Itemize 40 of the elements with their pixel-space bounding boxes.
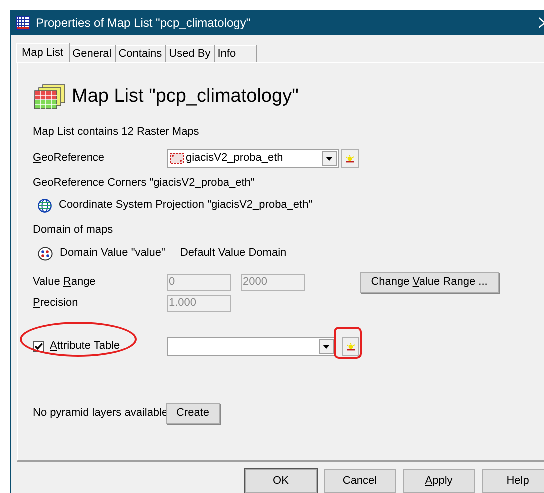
dialog-button[interactable]: Cancel [324, 469, 396, 493]
map-list-icon [33, 84, 67, 110]
close-icon[interactable] [539, 16, 544, 28]
attribute-table-checkbox[interactable] [33, 341, 44, 352]
coordinate-system-text: Coordinate System Projection "giacisV2_proba_eth" [59, 198, 313, 214]
tab[interactable]: Info [214, 45, 258, 62]
app-icon [16, 16, 30, 30]
annotation-rectangle [334, 327, 362, 359]
value-range-label: Value Range [33, 275, 97, 290]
dialog-button[interactable]: Help [482, 469, 544, 493]
heading: Map List "pcp_climatology" [72, 85, 299, 109]
globe-icon [38, 198, 52, 212]
create-button[interactable]: Create [166, 403, 220, 424]
tab[interactable]: General [70, 45, 116, 62]
caret-icon [323, 344, 330, 348]
new-table-button[interactable] [342, 337, 359, 356]
georeference-label: GeoReference [33, 151, 106, 166]
sun-icon [346, 342, 356, 350]
georeference-dropdown[interactable]: giacisV2_proba_eth [167, 149, 339, 168]
domain-description: Default Value Domain [180, 246, 287, 262]
attribute-table-label: Attribute Table [49, 339, 122, 354]
domain-name: Domain Value "value" [60, 246, 166, 262]
precision-label: Precision [33, 296, 80, 312]
caret-icon [326, 156, 333, 160]
georeference-icon [170, 153, 184, 164]
domain-caption: Domain of maps [33, 222, 114, 236]
domain-icon [38, 246, 53, 260]
pyramid-status-text: No pyramid layers available [33, 406, 166, 422]
sun-icon [345, 154, 355, 162]
tab[interactable]: Used By [166, 45, 215, 62]
dialog-button[interactable]: OK [245, 469, 317, 493]
change-value-range-button[interactable]: Change Value Range ... [360, 272, 499, 293]
corners-text: GeoReference Corners "giacisV2_proba_eth" [33, 176, 256, 190]
check-icon [34, 343, 42, 350]
tab[interactable]: Contains [116, 45, 166, 62]
window-title: Properties of Map List "pcp_climatology" [36, 14, 251, 32]
new-georeference-button[interactable] [341, 149, 359, 168]
summary-text: Map List contains 12 Raster Maps [33, 124, 200, 138]
tab[interactable]: Map List [16, 43, 70, 63]
dialog-button[interactable]: Apply [403, 469, 475, 493]
